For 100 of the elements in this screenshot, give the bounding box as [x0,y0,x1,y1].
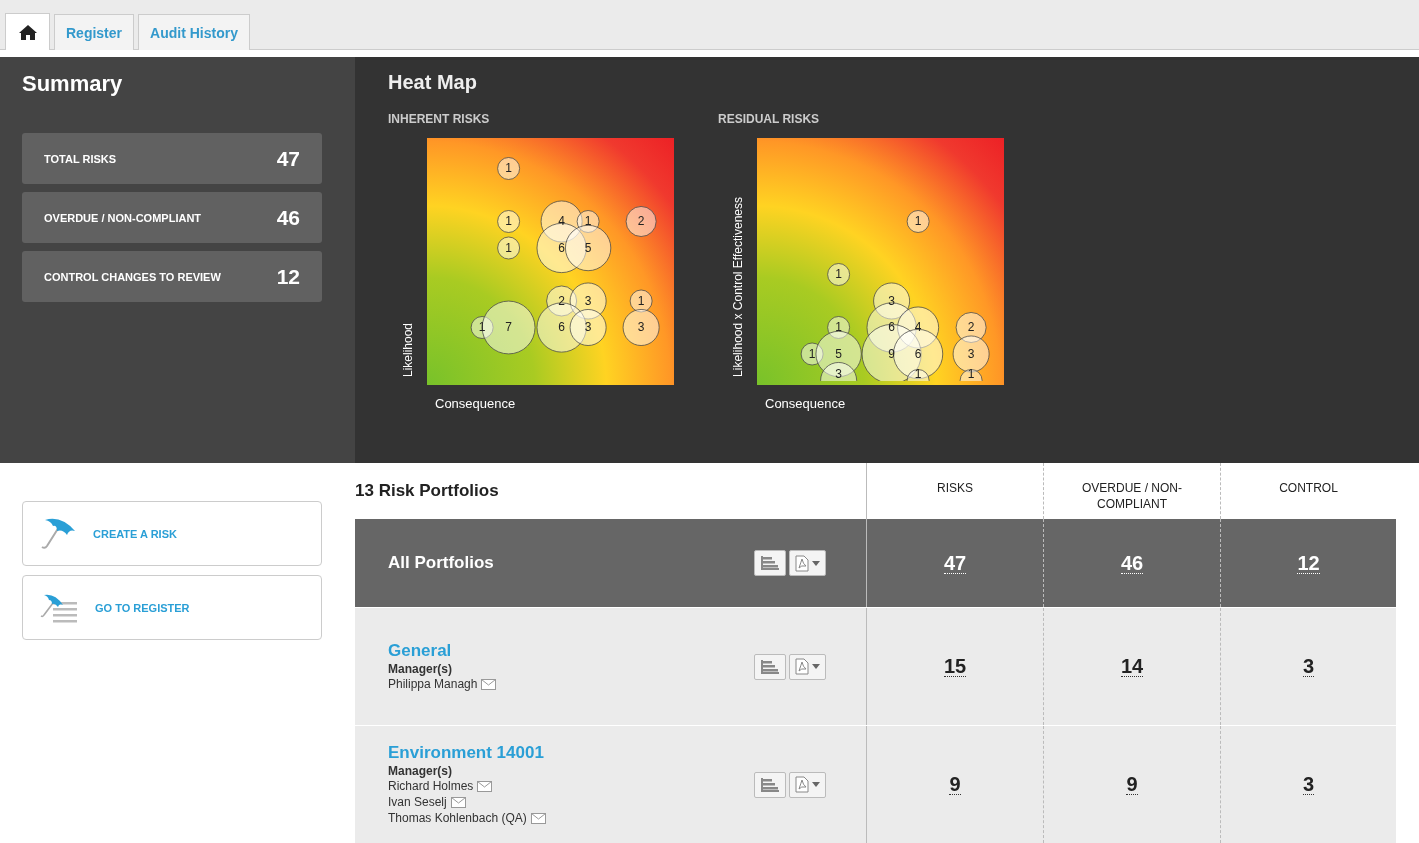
action-card[interactable]: GO TO REGISTER [22,575,322,640]
action-label[interactable]: GO TO REGISTER [95,601,190,614]
count-link[interactable]: 12 [1297,552,1320,574]
bubble[interactable] [497,210,521,233]
bubble-count: 3 [967,347,975,361]
count-link[interactable]: 9 [949,774,961,795]
envelope-icon[interactable] [477,780,493,792]
bubble-count: 2 [967,320,975,335]
bubble[interactable] [629,289,653,313]
pdf-icon [795,554,809,572]
bubble-count: 3 [584,294,592,308]
stat-label: CONTROL CHANGES TO REVIEW [44,270,221,283]
summary-card[interactable]: TOTAL RISKS 47 [22,133,322,184]
count-link[interactable]: 46 [1120,552,1144,574]
bubble-count: 1 [478,320,486,335]
umbrella-icon [39,516,77,551]
manager-name: Thomas Kohlenbach (QA) [388,810,527,826]
action-label[interactable]: CREATE A RISK [93,527,177,540]
pdf-dropdown-button[interactable] [789,653,826,680]
summary-card[interactable]: CONTROL CHANGES TO REVIEW 12 [22,251,322,302]
x-axis-label: Consequence [435,396,516,411]
bubble[interactable] [906,369,930,381]
bubble-count: 1 [914,367,922,381]
summary-title: Summary [22,71,124,97]
y-axis-label: Likelihood x Control Effectiveness [730,197,745,379]
managers-label: Manager(s) [388,764,453,778]
bubble[interactable] [564,224,612,272]
bubble-count: 5 [835,347,842,361]
count-link[interactable]: 9 [1126,774,1138,795]
y-axis-label: Likelihood [400,322,415,379]
bubble-count: 6 [888,320,895,335]
bubble-count: 2 [637,214,645,229]
envelope-icon[interactable] [450,796,466,808]
home-tab[interactable] [5,13,50,50]
bubble[interactable] [906,210,930,233]
bubble-count: 6 [558,241,565,255]
stat-value: 47 [276,146,300,171]
bar-chart-icon [760,555,780,571]
pdf-dropdown-button[interactable] [789,550,826,576]
bubble[interactable] [497,157,521,180]
tab[interactable]: Register [54,14,135,50]
bubble-count: 1 [505,241,512,255]
caret-icon [812,560,820,566]
bar-chart-icon [760,776,780,793]
count-link[interactable]: 15 [943,656,967,677]
bubble[interactable] [959,369,983,381]
column-header: OVERDUE / NON-COMPLIANT [1081,480,1183,512]
envelope-icon[interactable] [481,678,497,690]
umbrella-list-icon [39,592,79,623]
map-title: INHERENT RISKS [388,112,491,126]
bubble-count: 1 [835,320,842,335]
chart-button[interactable] [754,550,786,576]
manager-name: Richard Holmes [388,778,474,794]
column-header: CONTROL [1279,480,1338,496]
bubble-count: 5 [584,241,592,255]
bubble-count: 3 [888,294,895,308]
portfolio-name: All Portfolios [388,553,494,573]
bubble-count: 1 [967,367,975,381]
action-card[interactable]: CREATE A RISK [22,501,322,566]
bubble-count: 1 [637,294,645,308]
envelope-icon[interactable] [530,812,546,824]
managers-label: Manager(s) [388,662,453,676]
bubble-count: 9 [888,347,895,361]
count-link[interactable]: 14 [1120,656,1144,677]
bubble-count: 1 [505,161,512,176]
bubble-count: 6 [558,320,565,335]
bubble-count: 1 [505,214,512,229]
bubble-count: 7 [505,320,512,335]
chart-button[interactable] [754,771,786,798]
count-link[interactable]: 47 [943,552,967,574]
bubble-count: 1 [584,214,592,229]
bubble-count: 1 [808,347,816,361]
bubble-count: 3 [584,320,592,335]
bar-chart-icon [760,658,780,675]
stat-label: TOTAL RISKS [44,152,117,165]
x-axis-label: Consequence [765,396,846,411]
bubble-count: 6 [914,347,922,361]
bubble-count: 3 [835,367,842,381]
pdf-dropdown-button[interactable] [789,771,826,798]
bubble[interactable] [820,361,858,381]
caret-icon [812,782,820,787]
count-link[interactable]: 3 [1302,656,1315,677]
stat-value: 46 [276,205,300,230]
bubble-count: 4 [558,214,565,229]
heat-map-title: Heat Map [388,71,478,94]
column-header: RISKS [937,480,973,496]
bubble-count: 1 [835,267,842,282]
bubble-count: 1 [914,214,922,229]
chart-button[interactable] [754,653,786,680]
map-title: RESIDUAL RISKS [718,112,821,126]
bubble[interactable] [827,263,851,286]
bubble[interactable] [497,236,521,260]
caret-icon [812,664,820,669]
pdf-icon [795,776,809,793]
manager-name: Philippa Managh [388,676,478,692]
count-link[interactable]: 3 [1302,774,1315,795]
bubble-count: 3 [637,320,645,335]
tab[interactable]: Audit History [138,14,250,50]
summary-card[interactable]: OVERDUE / NON-COMPLIANT 46 [22,192,322,243]
portfolios-title: 13 Risk Portfolios [355,481,500,501]
